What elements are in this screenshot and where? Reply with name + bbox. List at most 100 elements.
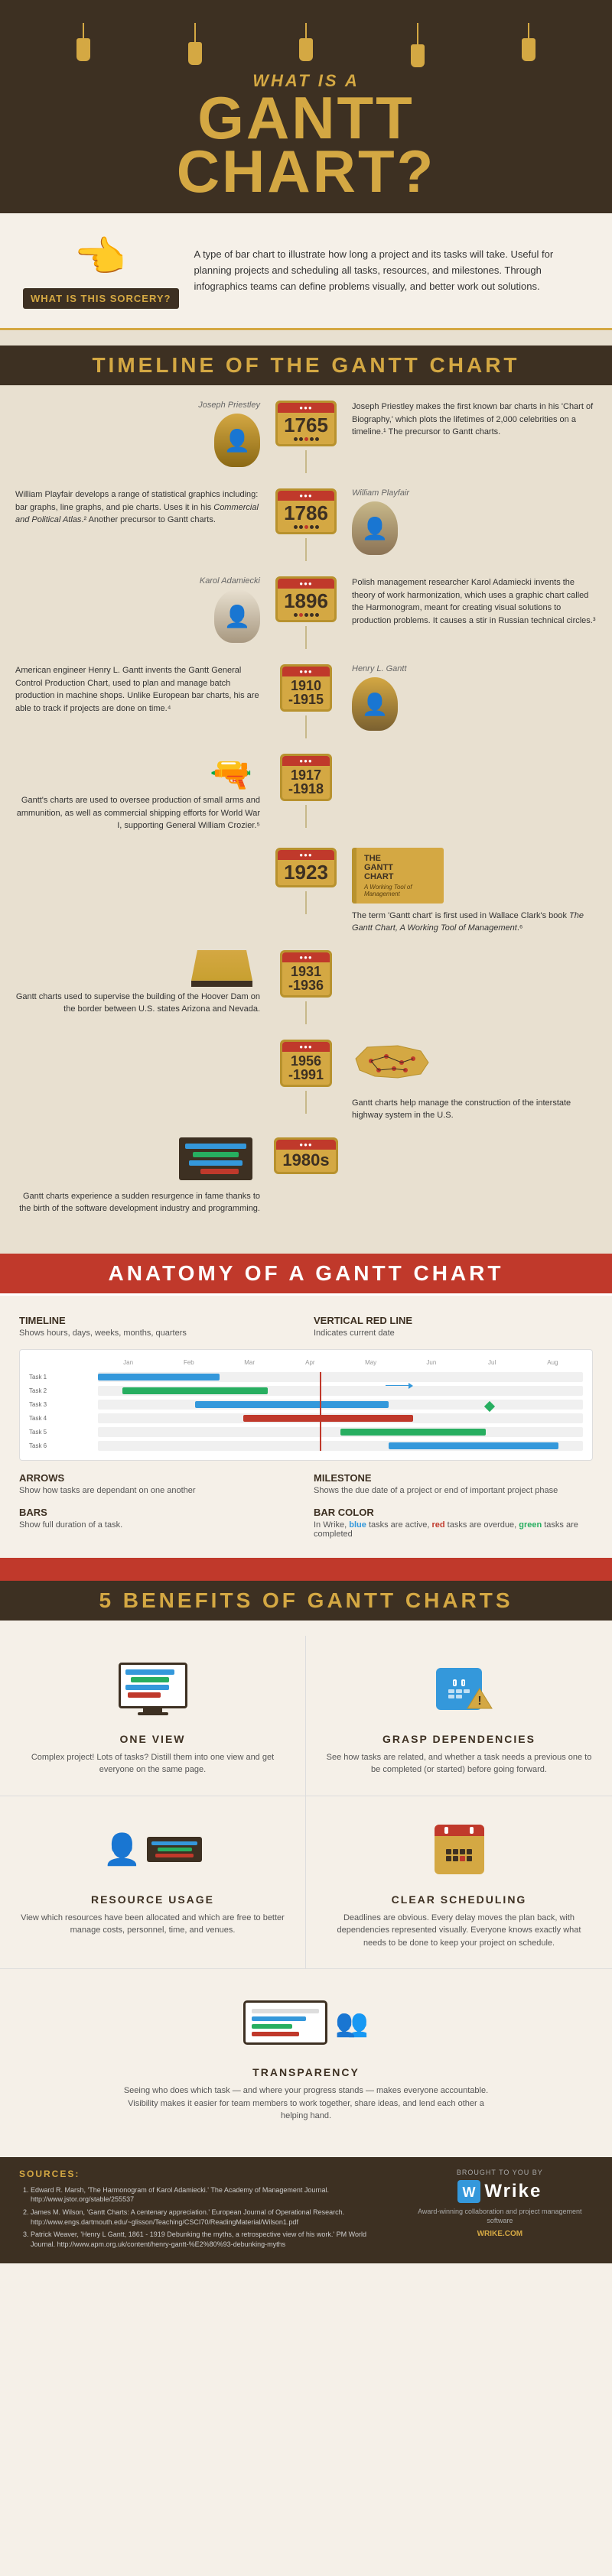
- tl-right-1923: The Gantt Chart A Working Tool of Manage…: [352, 848, 597, 935]
- benefit-grasp-dependencies: ! Grasp Dependencies See how tasks are r…: [306, 1636, 612, 1796]
- anatomy-labels-row1: Timeline Shows hours, days, weeks, month…: [19, 1315, 593, 1338]
- task-track-4: [98, 1413, 583, 1423]
- text-1956: Gantt charts help manage the constructio…: [352, 1097, 597, 1122]
- benefit-text-one-view: Complex project! Lots of tasks? Distill …: [19, 1751, 286, 1776]
- tl-right-1910: Henry L. Gantt 👤: [352, 664, 597, 731]
- benefit-text-resources: View which resources have been allocated…: [19, 1912, 286, 1937]
- portrait-playfair: 👤: [352, 501, 398, 555]
- timeline-content: Joseph Priestley 👤 ●●● 1765: [0, 401, 612, 1215]
- label-title-arrows: Arrows: [19, 1472, 298, 1484]
- svg-text:!: !: [477, 1695, 481, 1708]
- portrait-priestley: 👤: [214, 414, 260, 467]
- benefit-icon-resources: 👤: [19, 1815, 286, 1884]
- tl-center-1917: ●●● 1917-1918: [268, 754, 344, 828]
- label-title-bars: Bars: [19, 1507, 298, 1518]
- task-label-4: Task 4: [29, 1413, 98, 1423]
- label-desc-milestone: Shows the due date of a project or end o…: [314, 1486, 593, 1495]
- portrait-adamiecki: 👤: [214, 589, 260, 643]
- header-gantt: GANTT: [31, 91, 581, 144]
- label-title-timeline: Timeline: [19, 1315, 298, 1326]
- benefit-clear-scheduling: Clear Scheduling Deadlines are obvious. …: [306, 1796, 612, 1970]
- small-gantt-icon: [147, 1837, 202, 1862]
- dependency-icon: !: [436, 1668, 482, 1710]
- screen-transparency-icon: [243, 2000, 327, 2045]
- anatomy-diagram: Jan Feb Mar Apr May Jun Jul Aug: [19, 1349, 593, 1461]
- person-name-playfair: William Playfair: [352, 488, 597, 498]
- benefit-one-view: One View Complex project! Lots of tasks?…: [0, 1636, 306, 1796]
- tl-left-1931: Gantt charts used to supervise the build…: [15, 950, 260, 1016]
- tl-left-1896: Karol Adamiecki 👤: [15, 576, 260, 643]
- header-section: What is a GANTT CHART?: [0, 0, 612, 213]
- calendar-1980: ●●● 1980s: [274, 1137, 337, 1174]
- task-track-6: [98, 1441, 583, 1451]
- task-bar-5: [340, 1429, 486, 1436]
- calendar-1896: ●●● 1896: [275, 576, 337, 622]
- year-1910: 1910-1915: [288, 679, 324, 706]
- month-jun: Jun: [401, 1359, 461, 1366]
- benefit-title-dependencies: Grasp Dependencies: [325, 1733, 593, 1745]
- timeline-entry-1931: Gantt charts used to supervise the build…: [15, 950, 597, 1024]
- anatomy-content: Timeline Shows hours, days, weeks, month…: [0, 1296, 612, 1558]
- table-row: Task 3: [29, 1400, 583, 1410]
- brought-to-you-label: Brought to you by: [407, 2169, 593, 2176]
- task-label-1: Task 1: [29, 1372, 98, 1382]
- text-1931: Gantt charts used to supervise the build…: [15, 991, 260, 1016]
- anatomy-label-arrows: Arrows Show how tasks are dependant on o…: [19, 1472, 298, 1495]
- resource-icon: 👤: [103, 1835, 203, 1865]
- timeline-section-header: Timeline of the Gantt Chart: [0, 346, 612, 385]
- benefit-text-scheduling: Deadlines are obvious. Every delay moves…: [325, 1912, 593, 1950]
- label-desc-arrows: Show how tasks are dependant on one anot…: [19, 1486, 298, 1495]
- tl-left-1786: William Playfair develops a range of sta…: [15, 488, 260, 527]
- year-1896: 1896: [284, 591, 328, 611]
- table-row: Task 4: [29, 1413, 583, 1423]
- month-aug: Aug: [522, 1359, 583, 1366]
- tl-center-1956: ●●● 1956-1991: [268, 1040, 344, 1114]
- list-item: Patrick Weaver, 'Henry L Gantt, 1861 - 1…: [31, 2230, 392, 2249]
- anatomy-label-redline: Vertical Red Line Indicates current date: [314, 1315, 593, 1338]
- lanterns-decoration: [31, 23, 581, 67]
- dam-icon: [15, 950, 252, 987]
- calendar-1931: ●●● 1931-1936: [280, 950, 332, 998]
- month-jul: Jul: [462, 1359, 522, 1366]
- benefit-transparency: 👥 Transparency Seeing who does which tas…: [0, 1969, 612, 2142]
- portrait-gantt: 👤: [352, 677, 398, 731]
- month-may: May: [340, 1359, 401, 1366]
- label-title-milestone: Milestone: [314, 1472, 593, 1484]
- task-track-5: [98, 1427, 583, 1437]
- text-1786: William Playfair develops a range of sta…: [15, 488, 260, 527]
- benefits-grid: One View Complex project! Lots of tasks?…: [0, 1636, 612, 2142]
- label-desc-timeline: Shows hours, days, weeks, months, quarte…: [19, 1329, 298, 1338]
- task-label-2: Task 2: [29, 1386, 98, 1396]
- tl-center-1765: ●●● 1765: [268, 401, 344, 473]
- us-map-icon: [352, 1040, 436, 1089]
- text-1980s: Gantt charts experience a sudden resurge…: [15, 1190, 260, 1215]
- tl-right-1896: Polish management researcher Karol Adami…: [352, 576, 597, 627]
- sorcery-left-col: 👉 What is this sorcery?: [23, 232, 179, 309]
- month-apr: Apr: [280, 1359, 340, 1366]
- person-name-adamiecki: Karol Adamiecki: [15, 576, 260, 586]
- table-row: Task 6: [29, 1441, 583, 1451]
- benefit-title-one-view: One View: [19, 1733, 286, 1745]
- tl-center-1910: ●●● 1910-1915: [268, 664, 344, 738]
- sources-list: Edward R. Marsh, 'The Harmonogram of Kar…: [19, 2185, 392, 2250]
- tl-center-1931: ●●● 1931-1936: [268, 950, 344, 1024]
- sorcery-title: What is this sorcery?: [23, 288, 179, 309]
- wrike-name: Wrike: [484, 2181, 542, 2202]
- anatomy-label-bars: Bars Show full duration of a task.: [19, 1507, 298, 1539]
- benefit-title-scheduling: Clear Scheduling: [325, 1893, 593, 1906]
- year-1923: 1923: [284, 862, 328, 882]
- calendar-1910: ●●● 1910-1915: [280, 664, 332, 712]
- benefit-icon-one-view: [19, 1655, 286, 1724]
- timeline-entry-1923: ●●● 1923 The Gantt Chart A Working Tool …: [15, 848, 597, 935]
- month-mar: Mar: [220, 1359, 280, 1366]
- tl-center-1786: ●●● 1786: [268, 488, 344, 561]
- svg-text:W: W: [463, 2185, 476, 2200]
- tl-left-1980: Gantt charts experience a sudden resurge…: [15, 1137, 260, 1215]
- anatomy-labels-row3: Bars Show full duration of a task. Bar C…: [19, 1507, 593, 1539]
- tl-right-1786: William Playfair 👤: [352, 488, 597, 555]
- software-gantt-icon: [179, 1137, 252, 1180]
- benefit-text-dependencies: See how tasks are related, and whether a…: [325, 1751, 593, 1776]
- anatomy-label-timeline: Timeline Shows hours, days, weeks, month…: [19, 1315, 298, 1338]
- timeline-entry-1980s: Gantt charts experience a sudden resurge…: [15, 1137, 597, 1215]
- text-1896: Polish management researcher Karol Adami…: [352, 576, 597, 627]
